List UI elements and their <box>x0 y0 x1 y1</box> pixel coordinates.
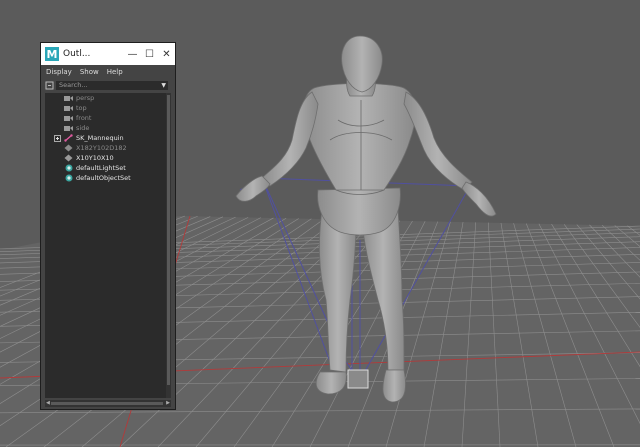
expand-icon[interactable] <box>54 134 61 142</box>
tree-item-label: top <box>76 104 87 112</box>
search-row: Search... ▼ <box>41 79 175 91</box>
set-icon <box>64 164 73 172</box>
outliner-menubar: Display Show Help <box>41 65 175 79</box>
maximize-icon[interactable]: ☐ <box>141 43 158 65</box>
tree-item-side[interactable]: side <box>45 123 171 133</box>
tree-item-label: defaultObjectSet <box>76 174 131 182</box>
scroll-thumb[interactable] <box>167 95 170 385</box>
tree-item-label: persp <box>76 94 95 102</box>
outliner-tree[interactable]: persp top front side SK_Mannequin X182Y1… <box>45 93 171 398</box>
minimize-icon[interactable]: — <box>124 43 141 65</box>
locator-icon <box>64 144 73 152</box>
camera-icon <box>64 124 73 132</box>
outliner-titlebar[interactable]: M Outl... — ☐ ✕ <box>41 43 175 65</box>
outliner-window[interactable]: M Outl... — ☐ ✕ Display Show Help Search… <box>40 42 176 410</box>
tree-item-label: defaultLightSet <box>76 164 126 172</box>
tree-item-default-light-set[interactable]: defaultLightSet <box>45 163 171 173</box>
tree-item-sk-mannequin[interactable]: SK_Mannequin <box>45 133 171 143</box>
search-input[interactable]: Search... ▼ <box>56 80 168 90</box>
tree-item-label: X10Y10X10 <box>76 154 114 162</box>
tree-item-label: SK_Mannequin <box>76 134 124 142</box>
tree-item-persp[interactable]: persp <box>45 93 171 103</box>
menu-help[interactable]: Help <box>107 68 123 76</box>
horizontal-scrollbar[interactable]: ◀ ▶ <box>45 400 171 407</box>
scroll-left-icon[interactable]: ◀ <box>46 400 50 407</box>
chevron-down-icon[interactable]: ▼ <box>161 81 166 90</box>
scroll-thumb[interactable] <box>51 402 163 405</box>
root-locator-box <box>347 369 369 389</box>
camera-icon <box>64 114 73 122</box>
camera-icon <box>64 104 73 112</box>
locator-icon <box>64 154 73 162</box>
camera-icon <box>64 94 73 102</box>
close-icon[interactable]: ✕ <box>158 43 175 65</box>
set-icon <box>64 174 73 182</box>
window-title: Outl... <box>63 49 91 59</box>
tree-item-top[interactable]: top <box>45 103 171 113</box>
tree-item-default-object-set[interactable]: defaultObjectSet <box>45 173 171 183</box>
tree-item-label: X182Y102D182 <box>76 144 127 152</box>
tree-item-locator-2[interactable]: X10Y10X10 <box>45 153 171 163</box>
menu-show[interactable]: Show <box>80 68 99 76</box>
search-placeholder: Search... <box>59 80 88 89</box>
tree-item-locator-1[interactable]: X182Y102D182 <box>45 143 171 153</box>
tree-item-label: front <box>76 114 92 122</box>
tree-item-label: side <box>76 124 90 132</box>
filter-icon[interactable] <box>44 80 54 90</box>
menu-display[interactable]: Display <box>46 68 72 76</box>
scroll-right-icon[interactable]: ▶ <box>166 400 170 407</box>
skeleton-icon <box>64 134 73 142</box>
vertical-scrollbar[interactable] <box>166 93 171 398</box>
maya-logo-icon: M <box>45 47 59 61</box>
tree-item-front[interactable]: front <box>45 113 171 123</box>
